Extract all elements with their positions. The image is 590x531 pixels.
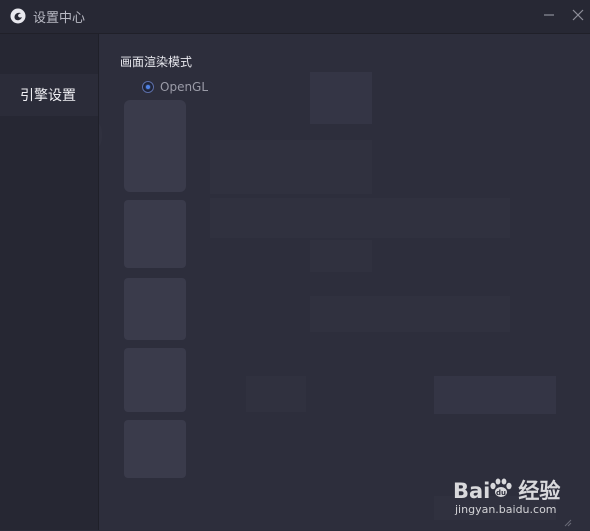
close-icon: [572, 9, 584, 21]
watermark: Bai 经验 du jingyan.baidu.com: [450, 465, 570, 523]
radio-selected-dot: [146, 85, 150, 89]
minimize-button[interactable]: [540, 6, 558, 24]
settings-window: 设置中心 引擎设置 画面渲染模式 OpenGL Bai 经验 du jingya…: [0, 0, 590, 530]
close-button[interactable]: [569, 6, 587, 24]
minimize-icon: [544, 14, 554, 16]
watermark-url: jingyan.baidu.com: [455, 503, 557, 516]
app-logo-icon: [10, 8, 26, 24]
settings-content: 画面渲染模式 OpenGL: [99, 34, 590, 530]
section-title: 画面渲染模式: [120, 55, 193, 69]
radio-button[interactable]: [142, 81, 154, 93]
watermark-brand-right: 经验: [518, 479, 561, 503]
svg-text:du: du: [496, 489, 506, 497]
watermark-brand-left: Bai: [453, 479, 491, 503]
paw-icon: du: [488, 477, 514, 499]
window-title: 设置中心: [33, 11, 86, 26]
sidebar: 引擎设置: [0, 34, 99, 530]
title-bar: 设置中心: [0, 0, 590, 34]
sidebar-item-engine-settings[interactable]: 引擎设置: [0, 74, 98, 116]
sidebar-item-label: 引擎设置: [20, 88, 76, 104]
radio-label: OpenGL: [160, 80, 209, 94]
